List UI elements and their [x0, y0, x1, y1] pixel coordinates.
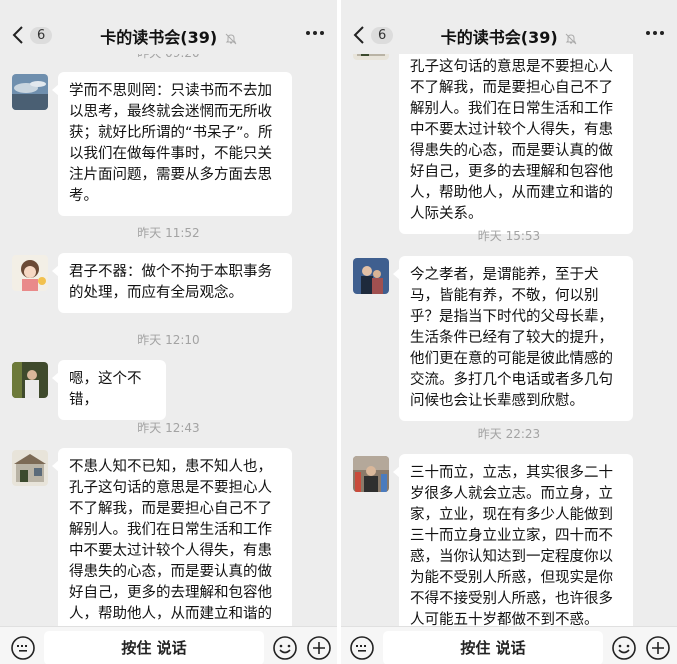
message-bubble: 今之孝者，是谓能养，至于犬马，皆能有养，不敬，何以别乎？是指当下时代的父母长辈，…	[393, 256, 633, 421]
keyboard-icon[interactable]	[349, 635, 375, 661]
input-bar: 按住 说话	[0, 626, 337, 664]
emoji-icon[interactable]	[611, 635, 637, 661]
chat-panel-right: 6 卡的读书会(39) 孔子这句话的意思是不要担心人不了解我，而是要担心自己不了…	[341, 0, 677, 664]
timestamp: 昨天 12:10	[137, 333, 200, 347]
message-list: 孔子这句话的意思是不要担心人不了解我，而是要担心自己不了解别人。我们在日常生活和…	[341, 24, 677, 664]
hold-to-talk-button[interactable]: 按住 说话	[44, 631, 264, 664]
message-bubble: 学而不思则罔：只读书而不去加以思考，最终就会迷惘而无所收获；就好比所谓的“书呆子…	[52, 72, 292, 216]
avatar-girl[interactable]	[12, 255, 48, 291]
avatar-sky[interactable]	[12, 74, 48, 110]
keyboard-icon[interactable]	[10, 635, 36, 661]
chat-title: 卡的读书会(39)	[401, 24, 617, 48]
timestamp: 昨天 11:52	[137, 226, 200, 240]
avatar-image	[12, 362, 48, 398]
avatar-image	[353, 456, 389, 492]
chat-header: 6 卡的读书会(39)	[341, 0, 677, 54]
more-options-icon[interactable]	[645, 28, 665, 38]
message-bubble: 君子不器：做个不拘于本职事务的处理，而应有全局观念。	[52, 253, 292, 313]
more-options-icon[interactable]	[305, 28, 325, 38]
mute-bell-icon	[565, 33, 577, 44]
avatar-man[interactable]	[12, 362, 48, 398]
hold-to-talk-button[interactable]: 按住 说话	[383, 631, 603, 664]
timestamp: 昨天 22:23	[477, 427, 541, 441]
message-bubble: 孔子这句话的意思是不要担心人不了解我，而是要担心自己不了解别人。我们在日常生活和…	[399, 48, 633, 234]
plus-icon[interactable]	[306, 635, 332, 661]
chat-panel-left: 6 卡的读书会(39) 昨天 09:20 学而不思则罔：只读书而不去加以思考，最…	[0, 0, 337, 664]
chevron-left-icon	[12, 26, 23, 44]
timestamp: 昨天 15:53	[477, 229, 541, 243]
avatar-image	[12, 255, 48, 291]
avatar-couple[interactable]	[353, 258, 389, 294]
message-list: 昨天 09:20 学而不思则罔：只读书而不去加以思考，最终就会迷惘而无所收获；就…	[0, 46, 337, 664]
avatar-image	[12, 74, 48, 110]
screenshot-composite: 6 卡的读书会(39) 昨天 09:20 学而不思则罔：只读书而不去加以思考，最…	[0, 0, 677, 664]
chevron-left-icon	[353, 26, 364, 44]
message-bubble: 三十而立，立志，其实很多二十岁很多人就会立志。而立身，立家，立业，现在有多少人能…	[393, 454, 633, 640]
chat-title-text: 卡的读书会(39)	[440, 28, 558, 47]
plus-icon[interactable]	[645, 635, 671, 661]
back-button[interactable]: 6	[353, 22, 395, 48]
chat-title: 卡的读书会(39)	[60, 24, 277, 48]
message-bubble: 不患人知不已知，患不知人也，孔子这句话的意思是不要担心人不了解我，而是要担心自己…	[52, 448, 292, 655]
avatar-image	[12, 450, 48, 486]
mute-bell-icon	[225, 33, 237, 44]
message-bubble: 嗯，这个不错，	[52, 360, 166, 420]
unread-count-badge: 6	[30, 26, 53, 44]
avatar-street[interactable]	[353, 456, 389, 492]
avatar-image	[353, 258, 389, 294]
timestamp: 昨天 12:43	[137, 421, 200, 435]
input-bar: 按住 说话	[341, 626, 677, 664]
chat-title-text: 卡的读书会(39)	[100, 28, 218, 47]
emoji-icon[interactable]	[272, 635, 298, 661]
chat-header: 6 卡的读书会(39)	[0, 0, 337, 54]
avatar-house[interactable]	[12, 450, 48, 486]
unread-count-badge: 6	[371, 26, 394, 44]
back-button[interactable]: 6	[12, 22, 54, 48]
